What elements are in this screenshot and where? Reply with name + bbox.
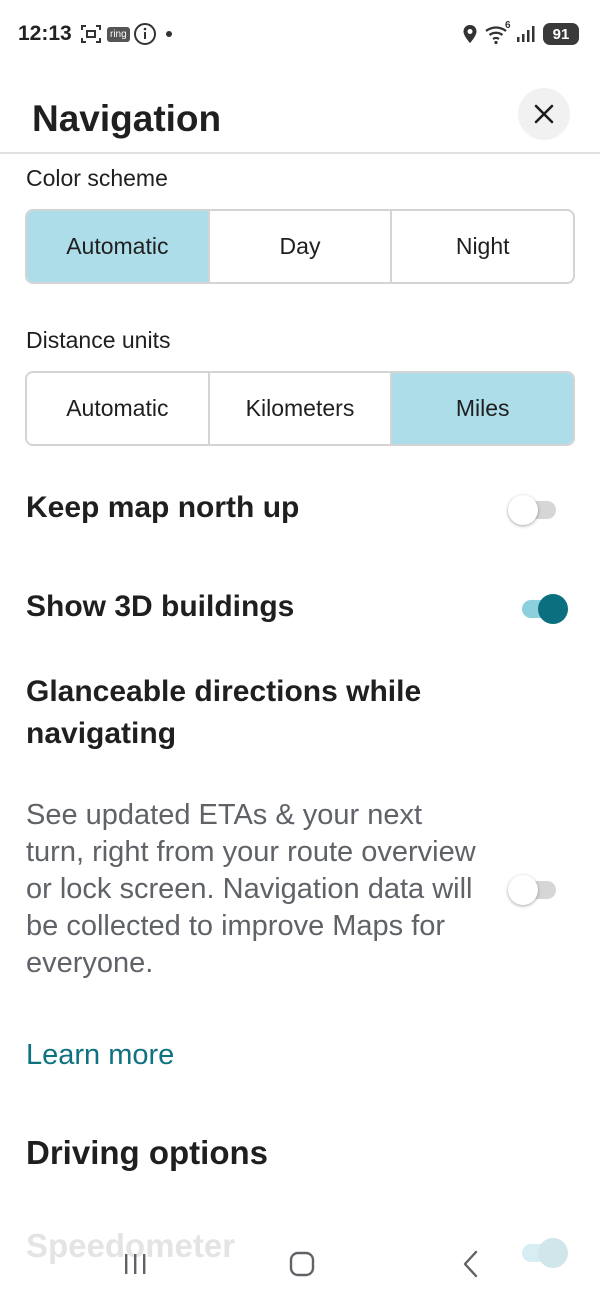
home-button[interactable] (277, 1244, 327, 1284)
status-time: 12:13 (18, 22, 72, 45)
distance-units-kilometers-option[interactable]: Kilometers (210, 373, 393, 444)
back-icon (463, 1250, 478, 1278)
dot-icon (166, 22, 172, 46)
color-scheme-label: Color scheme (26, 165, 168, 191)
distance-units-selector: Automatic Kilometers Miles (25, 371, 575, 446)
network-type-label: 6 (505, 20, 511, 31)
page-title: Navigation (32, 98, 222, 139)
color-scheme-night-option[interactable]: Night (392, 211, 573, 282)
back-button[interactable] (446, 1244, 496, 1284)
glanceable-directions-label: Glanceable directions while navigating (26, 675, 422, 750)
system-nav-bar (0, 1230, 600, 1300)
glanceable-directions-description: See updated ETAs & your next turn, right… (26, 799, 476, 979)
battery-icon: 91 (543, 23, 579, 45)
driving-options-heading: Driving options (26, 1134, 268, 1171)
north-up-toggle[interactable] (508, 492, 560, 526)
header: Navigation (0, 70, 600, 154)
color-scheme-day-option[interactable]: Day (210, 211, 393, 282)
distance-units-automatic-option[interactable]: Automatic (27, 373, 210, 444)
info-icon (133, 22, 157, 46)
close-button[interactable] (518, 88, 570, 140)
distance-units-miles-option[interactable]: Miles (392, 373, 573, 444)
glanceable-directions-toggle[interactable] (508, 872, 560, 906)
wifi-icon: 6 (484, 20, 511, 46)
learn-more-link[interactable]: Learn more (26, 1039, 174, 1072)
recent-apps-button[interactable] (110, 1244, 160, 1284)
distance-units-label: Distance units (26, 327, 171, 353)
ring-icon: ring (107, 22, 130, 46)
color-scheme-selector: Automatic Day Night (25, 209, 575, 284)
recent-apps-icon (125, 1254, 146, 1274)
close-icon (534, 104, 554, 124)
3d-buildings-toggle[interactable] (518, 591, 570, 625)
screenshot-icon (80, 22, 102, 46)
battery-level: 91 (552, 25, 570, 43)
north-up-label: Keep map north up (26, 491, 300, 524)
status-bar: 12:13 ring 6 91 (0, 0, 600, 70)
signal-icon (515, 22, 537, 46)
color-scheme-automatic-option[interactable]: Automatic (27, 211, 210, 282)
ring-label: ring (107, 26, 130, 42)
3d-buildings-label: Show 3D buildings (26, 590, 295, 623)
location-icon (462, 22, 478, 46)
home-icon (289, 1251, 315, 1277)
